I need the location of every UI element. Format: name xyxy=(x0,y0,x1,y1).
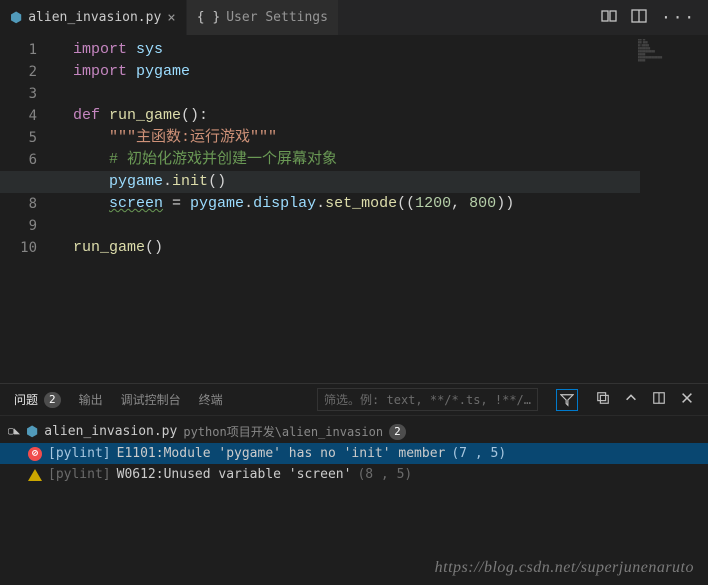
editor-tabs-bar: ⬢ alien_invasion.py × { } User Settings … xyxy=(0,0,708,35)
close-panel-icon[interactable] xyxy=(680,391,694,408)
problem-row[interactable]: ⊘ [pylint] E1101:Module 'pygame' has no '… xyxy=(0,443,708,464)
panel-tabs: 问题 2 输出 调试控制台 终端 筛选。例: text, **/*.ts, !*… xyxy=(0,384,708,416)
braces-icon: { } xyxy=(197,10,220,25)
tab-user-settings[interactable]: { } User Settings xyxy=(187,0,339,35)
python-icon: ⬢ xyxy=(10,10,22,26)
problems-filter-input[interactable]: 筛选。例: text, **/*.ts, !**/… xyxy=(317,388,538,411)
more-icon[interactable]: ··· xyxy=(661,8,696,27)
file-problem-count: 2 xyxy=(389,424,406,440)
problem-location: (8 , 5) xyxy=(357,467,412,482)
collapse-all-icon[interactable] xyxy=(596,391,610,408)
filter-placeholder: 筛选。例: text, **/*.ts, !**/… xyxy=(324,391,531,408)
panel-tab-terminal[interactable]: 终端 xyxy=(199,391,223,408)
minimap[interactable]: ███ █████ ██████ ██████ ██████████ █████… xyxy=(638,39,698,79)
split-editor-icon[interactable] xyxy=(631,8,647,28)
problem-message: E1101:Module 'pygame' has no 'init' memb… xyxy=(117,446,446,461)
problem-message: W0612:Unused variable 'screen' xyxy=(117,467,352,482)
panel-tab-debug[interactable]: 调试控制台 xyxy=(121,391,181,408)
problem-source: [pylint] xyxy=(48,467,111,482)
line-number-gutter: 12345678910 xyxy=(0,35,55,383)
error-icon: ⊘ xyxy=(28,447,42,461)
chevron-down-icon[interactable]: ▢◣ xyxy=(8,426,20,437)
compare-icon[interactable] xyxy=(601,8,617,28)
warning-icon xyxy=(28,469,42,481)
problems-file-row[interactable]: ▢◣ ⬢ alien_invasion.py python项目开发\alien_… xyxy=(0,420,708,443)
problem-row[interactable]: [pylint] W0612:Unused variable 'screen' … xyxy=(0,464,708,485)
bottom-panel: 问题 2 输出 调试控制台 终端 筛选。例: text, **/*.ts, !*… xyxy=(0,383,708,585)
code-content[interactable]: import sysimport pygamedef run_game(): "… xyxy=(55,35,708,383)
filter-settings-button[interactable] xyxy=(556,389,578,411)
chevron-up-icon[interactable] xyxy=(624,391,638,408)
file-path: python项目开发\alien_invasion xyxy=(183,423,383,440)
close-icon[interactable]: × xyxy=(167,10,175,26)
tab-label: alien_invasion.py xyxy=(28,10,161,25)
panel-tab-output[interactable]: 输出 xyxy=(79,391,103,408)
panel-actions xyxy=(596,391,694,408)
problem-source: [pylint] xyxy=(48,446,111,461)
panel-tab-label: 问题 xyxy=(14,391,38,408)
code-editor[interactable]: 12345678910 import sysimport pygamedef r… xyxy=(0,35,708,383)
python-icon: ⬢ xyxy=(26,424,38,440)
watermark-text: https://blog.csdn.net/superjunenaruto xyxy=(435,559,694,577)
problems-count-badge: 2 xyxy=(44,392,61,408)
tab-alien-invasion[interactable]: ⬢ alien_invasion.py × xyxy=(0,0,187,35)
tab-label: User Settings xyxy=(226,10,328,25)
file-name: alien_invasion.py xyxy=(44,424,177,439)
panel-tab-problems[interactable]: 问题 2 xyxy=(14,391,61,408)
editor-title-actions: ··· xyxy=(589,0,708,35)
maximize-panel-icon[interactable] xyxy=(652,391,666,408)
problem-location: (7 , 5) xyxy=(451,446,506,461)
